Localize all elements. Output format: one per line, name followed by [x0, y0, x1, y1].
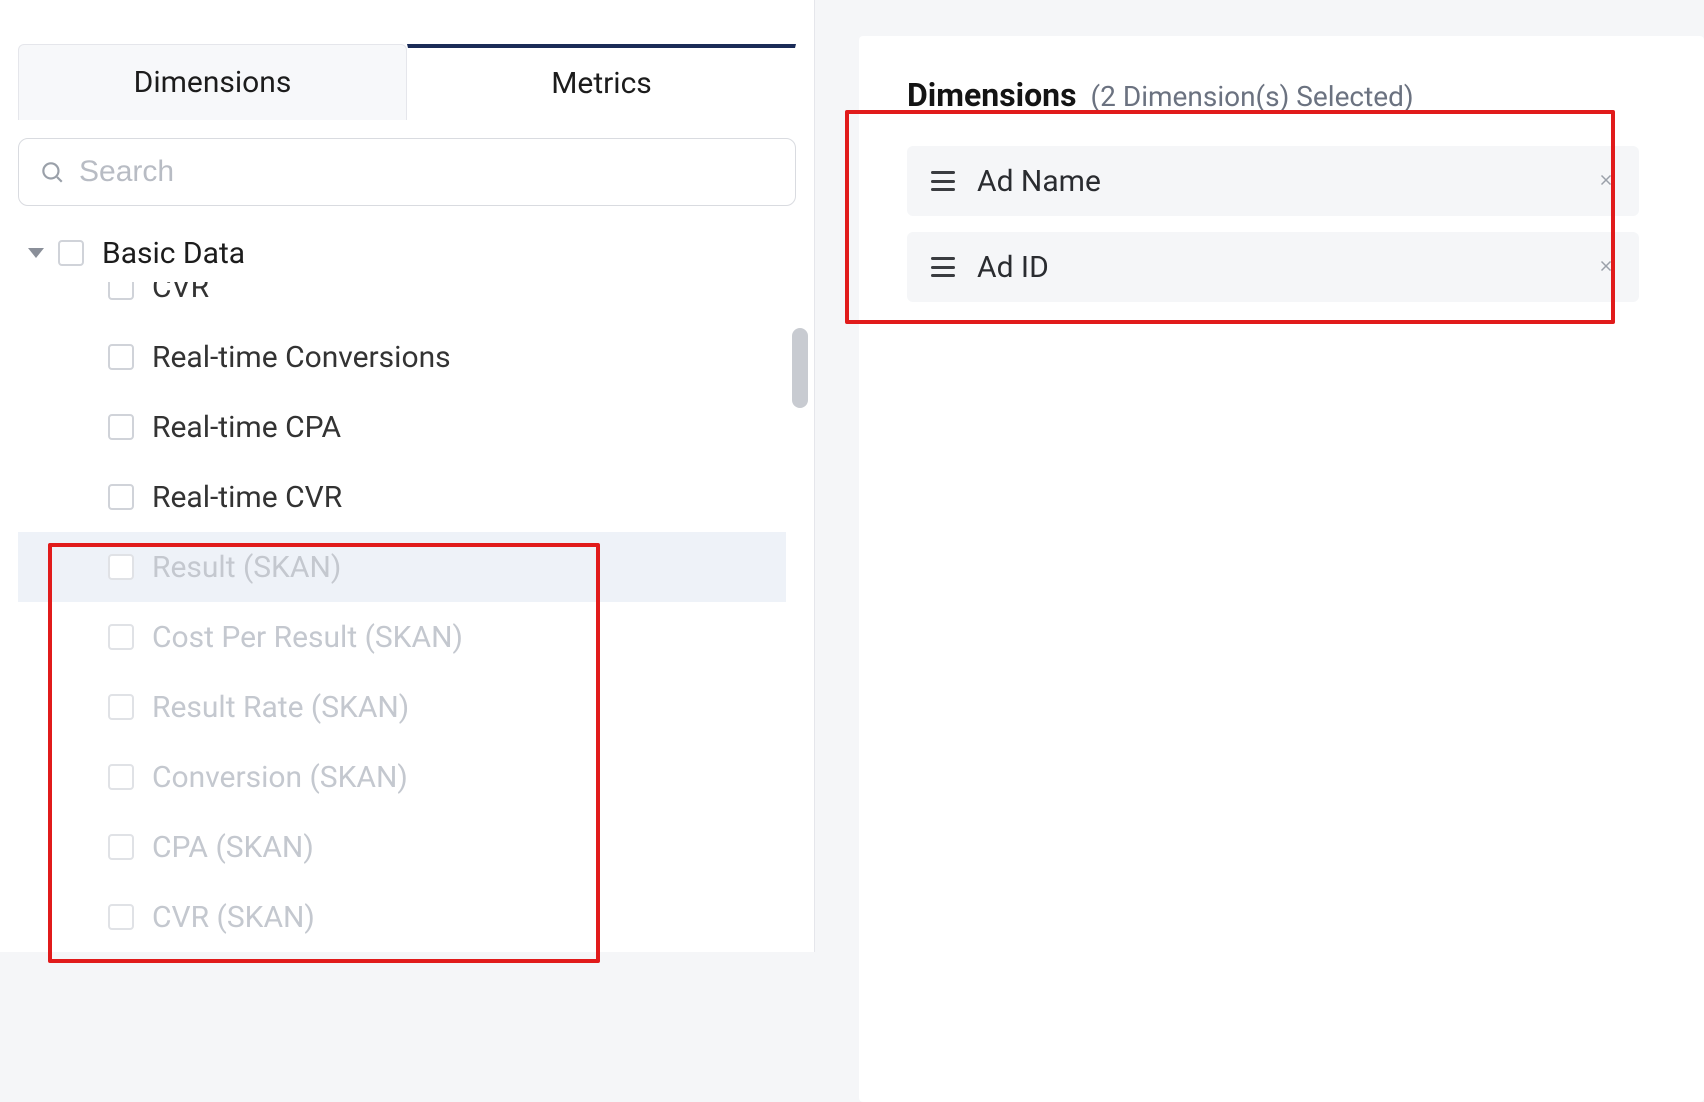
selected-dimension-item[interactable]: Ad Name	[907, 146, 1639, 216]
group-label: Basic Data	[102, 236, 245, 271]
metric-checkbox[interactable]	[108, 484, 134, 510]
metric-checkbox	[108, 554, 134, 580]
scrollbar-thumb[interactable]	[792, 328, 808, 408]
metric-item: Result Rate (SKAN)	[18, 672, 786, 742]
selected-subtitle: (2 Dimension(s) Selected)	[1091, 80, 1414, 113]
metric-label: Cost Per Result (SKAN)	[152, 620, 463, 655]
drag-handle-icon[interactable]	[931, 171, 955, 191]
caret-down-icon	[28, 248, 44, 258]
selected-dimension-label: Ad ID	[977, 250, 1597, 285]
metric-item[interactable]: Real-time Conversions	[18, 322, 786, 392]
tab-dimensions[interactable]: Dimensions	[18, 44, 407, 120]
search-field[interactable]	[18, 138, 796, 206]
remove-icon[interactable]	[1597, 167, 1615, 195]
metric-label: CPA (SKAN)	[152, 830, 314, 865]
metric-checkbox	[108, 694, 134, 720]
metric-item[interactable]: CVR	[18, 282, 786, 322]
search-icon	[39, 159, 65, 185]
metric-checkbox[interactable]	[108, 344, 134, 370]
metric-label: Real-time CVR	[152, 480, 342, 515]
metric-item: CVR (SKAN)	[18, 882, 786, 952]
metric-label: Result (SKAN)	[152, 550, 341, 585]
tab-metrics-label: Metrics	[551, 66, 652, 101]
metrics-tree: Basic Data CVR Real-time Conversions Real-…	[0, 224, 814, 952]
left-panel: Dimensions Metrics Basic Data	[0, 0, 815, 952]
metric-checkbox	[108, 834, 134, 860]
selected-title: Dimensions	[907, 76, 1077, 114]
selected-dimension-item[interactable]: Ad ID	[907, 232, 1639, 302]
selected-list: Ad Name Ad ID	[907, 146, 1639, 302]
metric-label: CVR	[152, 282, 209, 305]
tree-group-basic-data[interactable]: Basic Data	[18, 224, 786, 282]
metric-label: Result Rate (SKAN)	[152, 690, 409, 725]
drag-handle-icon[interactable]	[931, 257, 955, 277]
metric-item[interactable]: Real-time CPA	[18, 392, 786, 462]
metric-item: Result (SKAN)	[18, 532, 786, 602]
metric-label: CVR (SKAN)	[152, 900, 315, 935]
metric-checkbox	[108, 904, 134, 930]
selected-header: Dimensions (2 Dimension(s) Selected)	[907, 76, 1704, 114]
metric-item[interactable]: Real-time CVR	[18, 462, 786, 532]
metric-checkbox[interactable]	[108, 414, 134, 440]
metric-label: Real-time Conversions	[152, 340, 451, 375]
metric-checkbox	[108, 764, 134, 790]
metric-item: Cost Per Result (SKAN)	[18, 602, 786, 672]
metric-checkbox	[108, 624, 134, 650]
metric-item: Conversion (SKAN)	[18, 742, 786, 812]
metric-checkbox[interactable]	[108, 282, 134, 300]
selected-dimensions-card: Dimensions (2 Dimension(s) Selected) Ad …	[859, 36, 1704, 1102]
tabs: Dimensions Metrics	[0, 0, 814, 120]
metric-label: Real-time CPA	[152, 410, 341, 445]
search-input[interactable]	[79, 155, 775, 189]
metric-item: CPA (SKAN)	[18, 812, 786, 882]
tab-dimensions-label: Dimensions	[134, 65, 292, 100]
group-checkbox[interactable]	[58, 240, 84, 266]
selected-dimension-label: Ad Name	[977, 164, 1597, 199]
remove-icon[interactable]	[1597, 253, 1615, 281]
tab-metrics[interactable]: Metrics	[407, 44, 796, 120]
right-panel: Dimensions (2 Dimension(s) Selected) Ad …	[815, 0, 1704, 952]
metric-label: Conversion (SKAN)	[152, 760, 408, 795]
